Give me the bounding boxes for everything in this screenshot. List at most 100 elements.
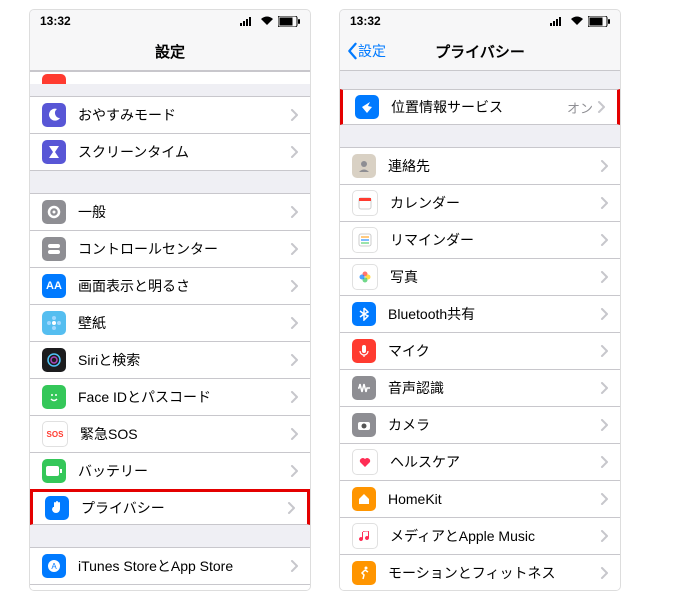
row-label: 連絡先	[388, 156, 600, 176]
row-contacts[interactable]: 連絡先	[340, 147, 620, 184]
row-homekit[interactable]: HomeKit	[340, 480, 620, 517]
row-label: リマインダー	[390, 230, 600, 250]
row-label: コントロールセンター	[78, 239, 290, 259]
chevron-right-icon	[290, 109, 298, 121]
chevron-right-icon	[600, 530, 608, 542]
row-screen-time[interactable]: スクリーンタイム	[30, 133, 310, 171]
appstore-icon: A	[42, 554, 66, 578]
chevron-right-icon	[287, 502, 295, 514]
row-label: 一般	[78, 202, 290, 222]
row-label: おやすみモード	[78, 105, 290, 125]
calendar-icon	[352, 190, 378, 216]
flower-icon	[42, 311, 66, 335]
settings-content[interactable]: おやすみモードスクリーンタイム一般コントロールセンター AA画面表示と明るさ壁紙 S…	[30, 71, 310, 590]
chevron-right-icon	[290, 560, 298, 572]
chevron-right-icon	[600, 271, 608, 283]
chevron-right-icon	[600, 160, 608, 172]
row-value: オン	[567, 98, 593, 117]
chevron-right-icon	[290, 354, 298, 366]
row-health[interactable]: ヘルスケア	[340, 443, 620, 480]
moon-icon	[42, 103, 66, 127]
chevron-right-icon	[600, 382, 608, 394]
reminders-icon	[352, 227, 378, 253]
row-sos[interactable]: SOS 緊急SOS	[30, 415, 310, 452]
row-music[interactable]: メディアとApple Music	[340, 517, 620, 554]
status-bar: 13:32	[30, 10, 310, 32]
chevron-right-icon	[600, 308, 608, 320]
svg-text:A: A	[51, 562, 57, 571]
row-wallet[interactable]: WalletとApple Pay	[30, 584, 310, 590]
row-label: カレンダー	[390, 193, 600, 213]
chevron-right-icon	[600, 456, 608, 468]
partial-row-top	[30, 71, 310, 84]
privacy-content[interactable]: 位置情報サービスオン連絡先カレンダーリマインダー写真 Bluetooth共有マイク…	[340, 71, 620, 590]
siri-icon	[42, 348, 66, 372]
partial-icon	[42, 74, 66, 84]
row-general[interactable]: 一般	[30, 193, 310, 230]
status-time: 13:32	[40, 14, 71, 28]
row-battery[interactable]: バッテリー	[30, 452, 310, 489]
chevron-right-icon	[600, 234, 608, 246]
home-icon	[352, 487, 376, 511]
row-control-center[interactable]: コントロールセンター	[30, 230, 310, 267]
nav-title: 設定	[30, 41, 310, 62]
row-label: マイク	[388, 341, 600, 361]
hand-icon	[45, 496, 69, 520]
mic-icon	[352, 339, 376, 363]
chevron-right-icon	[600, 345, 608, 357]
chevron-right-icon	[597, 101, 605, 113]
back-button[interactable]: 設定	[340, 41, 386, 61]
heart-icon	[352, 449, 378, 475]
hourglass-icon	[42, 140, 66, 164]
chevron-right-icon	[600, 493, 608, 505]
row-camera[interactable]: カメラ	[340, 406, 620, 443]
status-icons	[240, 16, 300, 27]
row-wallpaper[interactable]: 壁紙	[30, 304, 310, 341]
row-label: カメラ	[388, 415, 600, 435]
row-label: Siriと検索	[78, 350, 290, 370]
row-label: バッテリー	[78, 461, 290, 481]
status-bar: 13:32	[340, 10, 620, 32]
switches-icon	[42, 237, 66, 261]
row-speech[interactable]: 音声認識	[340, 369, 620, 406]
settings-screen: 13:32 設定 おやすみモードスクリーンタイム一般コントロールセンター AA画面…	[30, 10, 310, 590]
gear-icon	[42, 200, 66, 224]
row-label: メディアとApple Music	[390, 526, 600, 546]
row-label: 壁紙	[78, 313, 290, 333]
row-itunes[interactable]: AiTunes StoreとApp Store	[30, 547, 310, 584]
row-label: Face IDとパスコード	[78, 387, 290, 407]
row-location[interactable]: 位置情報サービスオン	[340, 89, 620, 125]
status-icons	[550, 16, 610, 27]
row-bluetooth[interactable]: Bluetooth共有	[340, 295, 620, 332]
row-display[interactable]: AA画面表示と明るさ	[30, 267, 310, 304]
row-label: 音声認識	[388, 378, 600, 398]
row-label: 緊急SOS	[80, 424, 290, 444]
contacts-icon	[352, 154, 376, 178]
row-do-not-disturb[interactable]: おやすみモード	[30, 96, 310, 133]
SOS-icon: SOS	[42, 421, 68, 447]
row-photos[interactable]: 写真	[340, 258, 620, 295]
row-privacy[interactable]: プライバシー	[30, 489, 310, 525]
row-label: ヘルスケア	[390, 452, 600, 472]
camera-icon	[352, 413, 376, 437]
row-siri[interactable]: Siriと検索	[30, 341, 310, 378]
row-calendar[interactable]: カレンダー	[340, 184, 620, 221]
bluetooth-icon	[352, 302, 376, 326]
chevron-right-icon	[290, 146, 298, 158]
chevron-right-icon	[290, 465, 298, 477]
row-label: 写真	[390, 267, 600, 287]
chevron-right-icon	[290, 206, 298, 218]
row-faceid[interactable]: Face IDとパスコード	[30, 378, 310, 415]
row-label: 画面表示と明るさ	[78, 276, 290, 296]
row-label: iTunes StoreとApp Store	[78, 556, 290, 576]
nav-bar: 設定	[30, 32, 310, 71]
row-label: Bluetooth共有	[388, 304, 600, 324]
row-motion[interactable]: モーションとフィットネス	[340, 554, 620, 590]
nav-bar: 設定 プライバシー	[340, 32, 620, 71]
row-microphone[interactable]: マイク	[340, 332, 620, 369]
privacy-screen: 13:32 設定 プライバシー 位置情報サービスオン連絡先カレンダーリマインダー…	[340, 10, 620, 590]
row-reminders[interactable]: リマインダー	[340, 221, 620, 258]
chevron-right-icon	[290, 428, 298, 440]
chevron-right-icon	[290, 391, 298, 403]
row-label: プライバシー	[81, 498, 287, 518]
